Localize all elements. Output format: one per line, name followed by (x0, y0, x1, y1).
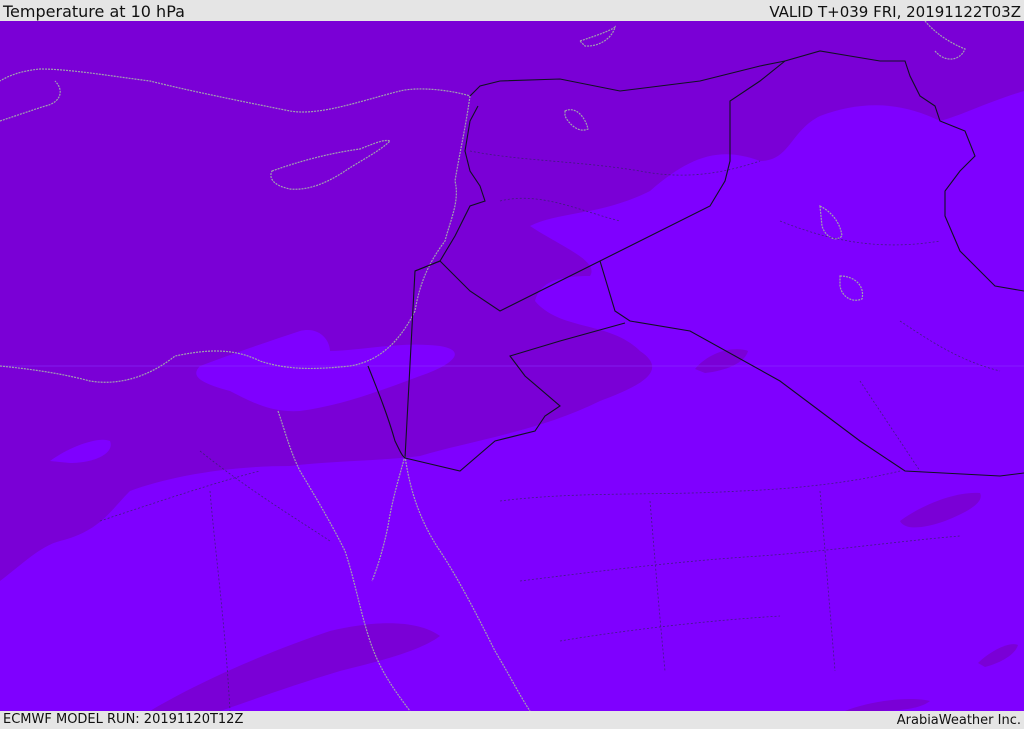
credit: ArabiaWeather Inc. (896, 713, 1021, 728)
temperature-map[interactable] (0, 21, 1024, 711)
top-bar: Temperature at 10 hPa VALID T+039 FRI, 2… (0, 0, 1024, 21)
bottom-bar: ECMWF MODEL RUN: 20191120T12Z ArabiaWeat… (0, 711, 1024, 729)
model-run: ECMWF MODEL RUN: 20191120T12Z (3, 712, 244, 727)
map-title: Temperature at 10 hPa (3, 2, 185, 21)
valid-time: VALID T+039 FRI, 20191122T03Z (769, 3, 1021, 21)
